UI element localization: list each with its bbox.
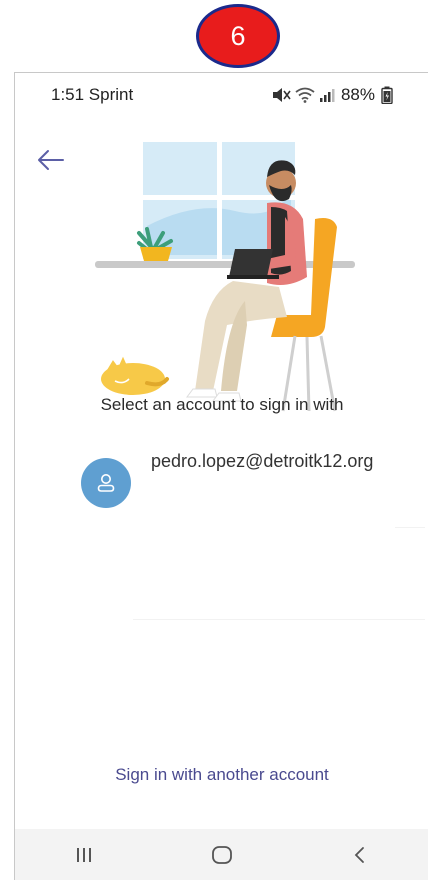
account-email: pedro.lopez@detroitk12.org bbox=[151, 451, 374, 471]
battery-percent: 88% bbox=[340, 85, 375, 104]
person-with-laptop-illustration bbox=[95, 137, 355, 412]
wifi-icon bbox=[295, 87, 315, 103]
mute-icon bbox=[272, 88, 291, 102]
step-badge: 6 bbox=[196, 4, 280, 68]
status-right: 88% bbox=[271, 85, 393, 105]
status-icons bbox=[271, 87, 335, 103]
phone-screen: 1:51 Sprint 88% Select an account to sig… bbox=[14, 72, 428, 880]
divider bbox=[395, 527, 425, 528]
avatar bbox=[81, 458, 131, 508]
back-arrow-icon bbox=[38, 150, 64, 170]
person-icon bbox=[97, 474, 115, 492]
back-icon bbox=[354, 847, 364, 863]
step-number: 6 bbox=[230, 20, 246, 51]
status-time-carrier: 1:51 Sprint bbox=[51, 85, 134, 104]
back-button[interactable] bbox=[33, 143, 67, 177]
battery-icon bbox=[381, 86, 393, 104]
signal-icon bbox=[319, 89, 335, 102]
screen: 6 1:51 Sprint 88% Select an account to s… bbox=[0, 0, 428, 880]
recent-apps-icon bbox=[77, 848, 91, 862]
system-navigation-bar bbox=[15, 829, 428, 880]
divider bbox=[133, 619, 425, 620]
back-nav-button[interactable] bbox=[330, 835, 390, 875]
sign-in-another-account-link[interactable]: Sign in with another account bbox=[15, 765, 428, 785]
account-option[interactable]: pedro.lopez@detroitk12.org bbox=[75, 449, 405, 508]
recent-apps-button[interactable] bbox=[54, 835, 114, 875]
home-icon bbox=[212, 846, 232, 864]
home-button[interactable] bbox=[192, 835, 252, 875]
select-account-prompt: Select an account to sign in with bbox=[100, 395, 344, 414]
status-bar: 1:51 Sprint 88% bbox=[15, 73, 428, 117]
